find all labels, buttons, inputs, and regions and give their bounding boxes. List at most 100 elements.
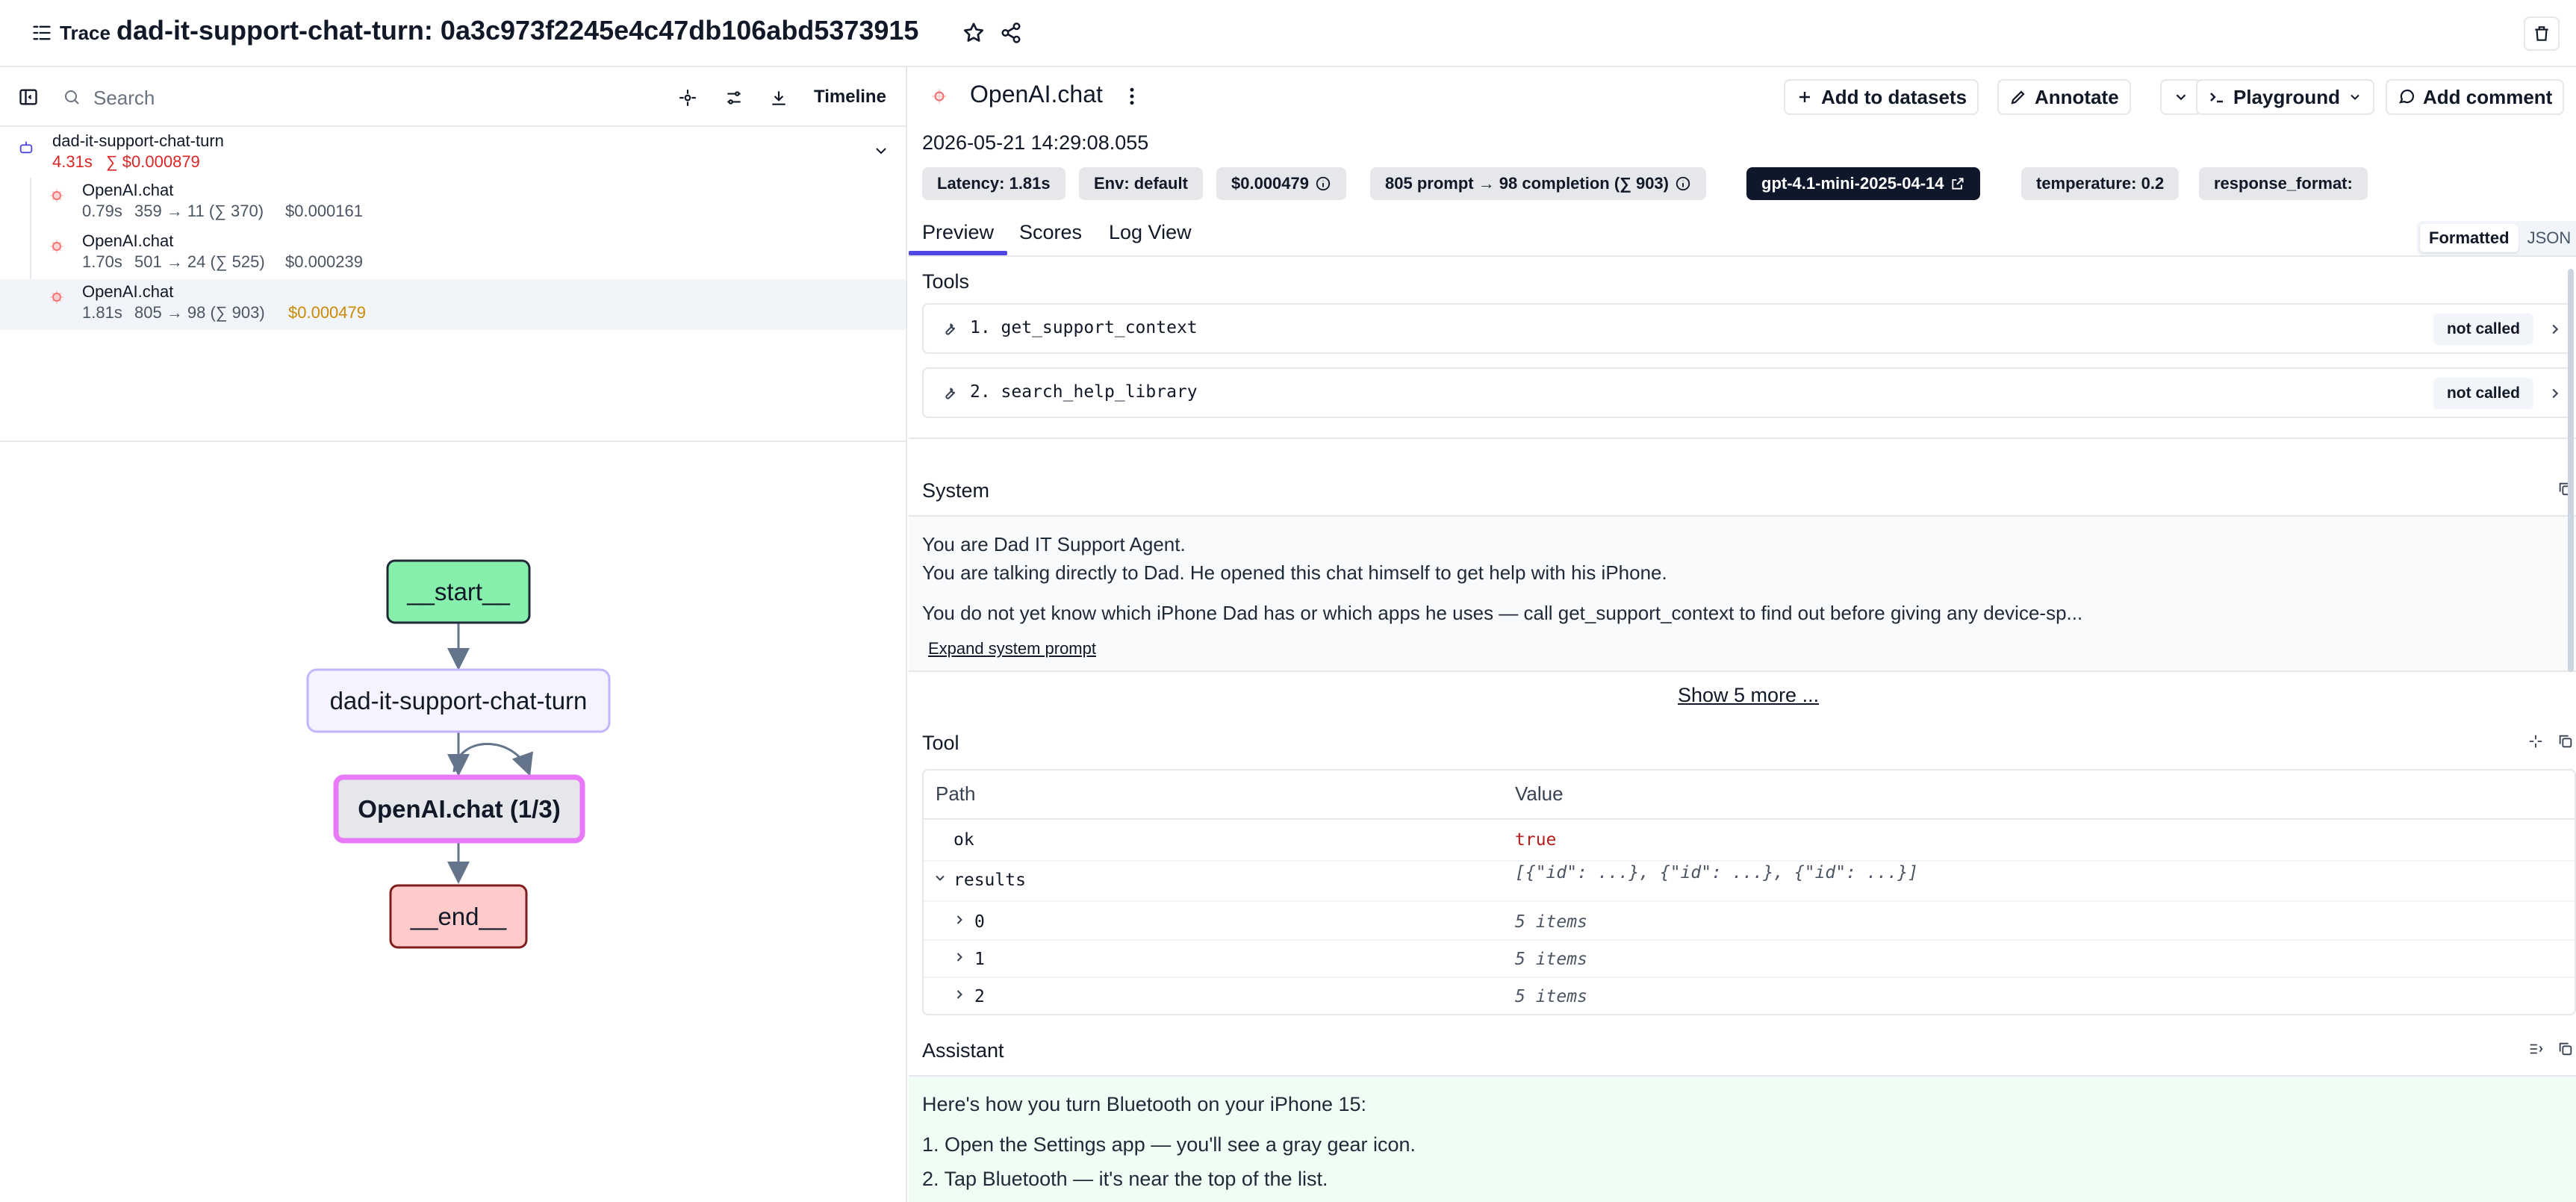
system-line: You are talking directly to Dad. He open… xyxy=(922,561,1667,584)
observation-title: OpenAI.chat xyxy=(970,81,1103,108)
tree-root-name: dad-it-support-chat-turn xyxy=(52,131,224,150)
cost-badge-text: $0.000479 xyxy=(1231,174,1309,193)
graph-node-end-label: __end__ xyxy=(410,903,507,930)
table-row-path[interactable]: 2 xyxy=(974,987,985,1006)
copy-icon[interactable] xyxy=(2557,733,2574,750)
env-badge-text: Env: default xyxy=(1094,174,1188,193)
cost-badge[interactable]: $0.000479 xyxy=(1216,167,1346,200)
model-badge[interactable]: gpt-4.1-mini-2025-04-14 xyxy=(1746,167,1980,200)
show-more-link[interactable]: Show 5 more ... xyxy=(1678,684,1819,707)
tab-preview[interactable]: Preview xyxy=(922,221,994,244)
system-line: You are Dad IT Support Agent. xyxy=(922,533,1186,555)
tree-item-cost: $0.000239 xyxy=(285,252,363,271)
tree-row[interactable]: OpenAI.chat 0.79s 359 → 11 (∑ 370) $0.00… xyxy=(0,178,906,228)
chevron-down-icon[interactable] xyxy=(872,142,890,160)
trace-label: Trace xyxy=(60,21,111,44)
trace-tree: dad-it-support-chat-turn 4.31s ∑ $0.0008… xyxy=(0,127,907,442)
tab-log-view[interactable]: Log View xyxy=(1109,221,1192,244)
tokens-badge[interactable]: 805 prompt → 98 completion (∑ 903) xyxy=(1370,167,1706,200)
tree-root-row[interactable]: dad-it-support-chat-turn 4.31s ∑ $0.0008… xyxy=(0,127,906,178)
observation-panel: OpenAI.chat Add to datasets Annotate Pla… xyxy=(909,67,2576,1202)
chevron-down-icon[interactable] xyxy=(933,871,948,885)
assistant-line: 1. Open the Settings app — you'll see a … xyxy=(922,1133,1416,1156)
search-input[interactable]: Search xyxy=(93,87,155,110)
info-icon xyxy=(1675,175,1691,192)
tree-row-selected[interactable]: OpenAI.chat 1.81s 805 → 98 (∑ 903) $0.00… xyxy=(0,279,906,330)
table-row-value: 5 items xyxy=(1515,987,1587,1006)
chevron-down-icon xyxy=(2173,89,2189,105)
tool-card[interactable]: 1. get_support_context not called xyxy=(922,303,2572,354)
row-divider xyxy=(924,939,2575,941)
left-panel: Search Timeline dad-it-support-chat-turn… xyxy=(0,67,907,1202)
sliders-icon[interactable] xyxy=(723,87,745,109)
page-title: dad-it-support-chat-turn: 0a3c973f2245e4… xyxy=(116,15,919,46)
view-toggle: Formatted JSON xyxy=(2417,221,2576,255)
add-comment-button[interactable]: Add comment xyxy=(2386,79,2565,115)
table-row-path[interactable]: 0 xyxy=(974,912,985,932)
list-icon[interactable] xyxy=(2527,1041,2544,1057)
chevron-right-icon xyxy=(2547,385,2563,402)
row-divider xyxy=(924,860,2575,862)
tree-root-cost: ∑ $0.000879 xyxy=(106,152,200,171)
agent-graph-svg: __start__ dad-it-support-chat-turn OpenA… xyxy=(306,559,611,949)
more-vertical-icon[interactable] xyxy=(1121,85,1143,108)
tab-scores[interactable]: Scores xyxy=(1019,221,1082,244)
chevron-right-icon xyxy=(2547,321,2563,337)
tree-item-tokens: 359 → 11 (∑ 370) xyxy=(134,202,264,220)
search-icon xyxy=(61,87,82,108)
tree-item-tokens: 805 → 98 (∑ 903) xyxy=(134,303,265,322)
tree-item-cost: $0.000161 xyxy=(285,202,363,220)
wrench-icon xyxy=(940,320,958,337)
system-prompt-box: You are Dad IT Support Agent. You are ta… xyxy=(909,515,2576,672)
toggle-formatted[interactable]: Formatted xyxy=(2420,224,2519,252)
table-row-value: 5 items xyxy=(1515,912,1587,932)
response-format-badge-text: response_format: xyxy=(2214,174,2353,193)
assistant-line: Here's how you turn Bluetooth on your iP… xyxy=(922,1093,1367,1115)
tool-card[interactable]: 2. search_help_library not called xyxy=(922,367,2572,418)
env-badge: Env: default xyxy=(1079,167,1203,200)
temperature-badge: temperature: 0.2 xyxy=(2021,167,2180,200)
system-section-title: System xyxy=(922,479,990,502)
graph-node-start-label: __start__ xyxy=(406,578,510,605)
tree-item-latency: 1.70s xyxy=(82,252,122,271)
row-divider xyxy=(924,977,2575,978)
chevron-right-icon[interactable] xyxy=(952,950,967,965)
chevron-right-icon[interactable] xyxy=(952,912,967,927)
tool-section-title: Tool xyxy=(922,732,959,754)
tool-status-badge: not called xyxy=(2433,314,2533,345)
table-row-value: 5 items xyxy=(1515,950,1587,969)
trace-node-icon xyxy=(18,139,34,155)
tree-root-latency: 4.31s xyxy=(52,152,93,171)
star-icon[interactable] xyxy=(960,19,987,46)
llm-node-icon xyxy=(930,87,949,106)
tree-item-name: OpenAI.chat xyxy=(82,231,174,250)
list-tree-icon xyxy=(31,22,52,43)
tree-item-latency: 0.79s xyxy=(82,202,122,220)
panel-toggle-icon[interactable] xyxy=(16,85,40,109)
expand-system-prompt-link[interactable]: Expand system prompt xyxy=(928,639,1096,658)
share-icon[interactable] xyxy=(998,19,1024,46)
row-divider xyxy=(924,900,2575,902)
trash-icon[interactable] xyxy=(2524,16,2560,51)
tree-row[interactable]: OpenAI.chat 1.70s 501 → 24 (∑ 525) $0.00… xyxy=(0,228,906,279)
scrollbar[interactable] xyxy=(2568,269,2574,672)
copy-icon[interactable] xyxy=(2557,1041,2574,1057)
crosshair-icon[interactable] xyxy=(676,87,699,109)
response-format-badge: response_format: xyxy=(2199,167,2368,200)
tree-item-name: OpenAI.chat xyxy=(82,282,174,301)
trace-chip[interactable]: Trace xyxy=(24,16,118,49)
table-row-path[interactable]: 1 xyxy=(974,950,985,969)
graph-node-agent-label: dad-it-support-chat-turn xyxy=(330,687,588,714)
system-line: You do not yet know which iPhone Dad has… xyxy=(922,602,2083,624)
annotate-button[interactable]: Annotate xyxy=(1997,79,2131,115)
timeline-button[interactable]: Timeline xyxy=(814,87,886,108)
chevron-right-icon[interactable] xyxy=(952,987,967,1002)
playground-button[interactable]: Playground xyxy=(2196,79,2375,115)
add-to-datasets-button[interactable]: Add to datasets xyxy=(1784,79,1979,115)
download-icon[interactable] xyxy=(768,87,790,109)
table-row-path[interactable]: results xyxy=(953,871,1026,890)
chevron-down-icon xyxy=(2348,90,2362,105)
toggle-json[interactable]: JSON xyxy=(2519,224,2576,252)
graph-node-llm-label: OpenAI.chat (1/3) xyxy=(358,795,560,823)
crosshair-icon[interactable] xyxy=(2527,733,2544,750)
